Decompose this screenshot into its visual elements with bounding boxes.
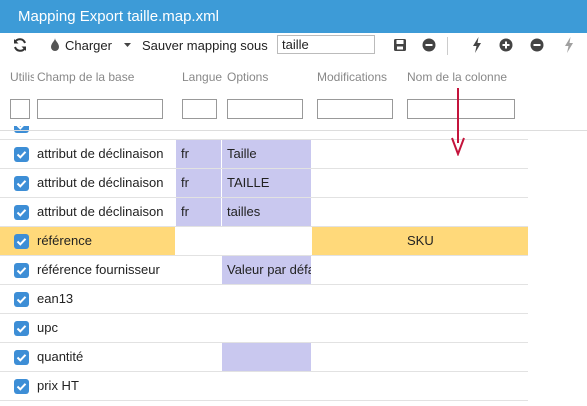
field-cell[interactable] (37, 126, 175, 139)
table-row[interactable]: attribut de déclinaison fr TAILLE (0, 169, 528, 198)
mapping-grid: attribut de déclinaison fr Taille attrib… (0, 126, 528, 406)
table-row[interactable]: attribut de déclinaison fr tailles (0, 198, 528, 227)
column-header-language: Langue (182, 70, 222, 84)
table-row-selected[interactable]: référence SKU (0, 227, 528, 256)
use-checkbox[interactable] (14, 263, 29, 278)
field-cell[interactable]: ean13 (37, 285, 175, 313)
remove-row-icon[interactable] (530, 38, 544, 52)
filter-language-input[interactable] (182, 99, 217, 119)
table-row[interactable]: référence fournisseur Valeur par défaut (0, 256, 528, 285)
refresh-icon[interactable] (12, 37, 28, 53)
use-checkbox[interactable] (14, 234, 29, 249)
column-header-column-name: Nom de la colonne (407, 70, 508, 84)
toolbar-separator (447, 37, 448, 55)
filter-modifications-input[interactable] (317, 99, 393, 119)
annotation-arrow-icon (451, 88, 465, 156)
language-cell[interactable]: fr (176, 140, 221, 168)
filter-field-input[interactable] (37, 99, 163, 119)
use-checkbox[interactable] (14, 379, 29, 394)
table-row[interactable]: ean13 (0, 285, 528, 314)
table-row[interactable]: prix HT (0, 372, 528, 401)
options-cell[interactable]: Valeur par défaut (222, 256, 311, 284)
field-cell[interactable]: upc (37, 314, 175, 342)
options-cell[interactable]: Taille (222, 140, 311, 168)
column-header-use: Utilis (10, 70, 34, 84)
options-cell[interactable] (222, 343, 311, 371)
mapping-name-input[interactable] (277, 35, 375, 54)
save-icon[interactable] (393, 38, 407, 52)
field-cell[interactable]: attribut de déclinaison (37, 169, 175, 197)
table-row[interactable]: quantité (0, 343, 528, 372)
use-checkbox[interactable] (14, 350, 29, 365)
bolt-icon[interactable] (472, 37, 482, 53)
window-title-bar: Mapping Export taille.map.xml (0, 0, 587, 33)
use-checkbox[interactable] (14, 147, 29, 162)
column-header-options: Options (227, 70, 269, 84)
field-cell[interactable]: quantité (37, 343, 175, 371)
options-cell[interactable]: TAILLE (222, 169, 311, 197)
window-title: Mapping Export taille.map.xml (18, 8, 219, 25)
field-cell[interactable]: prix HT (37, 372, 175, 400)
field-cell[interactable]: attribut de déclinaison (37, 140, 175, 168)
column-name-cell[interactable]: SKU (407, 227, 522, 255)
dropdown-caret-icon[interactable] (123, 41, 132, 51)
filter-options-input[interactable] (227, 99, 303, 119)
header-divider (0, 130, 587, 131)
table-row[interactable] (0, 126, 528, 140)
field-cell[interactable]: référence fournisseur (37, 256, 175, 284)
remove-mapping-icon[interactable] (422, 38, 436, 52)
options-cell[interactable]: tailles (222, 198, 311, 226)
load-icon[interactable] (49, 37, 61, 53)
bolt-disabled-icon[interactable] (564, 37, 574, 53)
use-checkbox[interactable] (14, 292, 29, 307)
field-cell[interactable]: attribut de déclinaison (37, 198, 175, 226)
language-cell[interactable]: fr (176, 169, 221, 197)
table-row[interactable]: upc (0, 314, 528, 343)
filter-use-input[interactable] (10, 99, 30, 119)
use-checkbox[interactable] (14, 205, 29, 220)
language-cell[interactable]: fr (176, 198, 221, 226)
table-row[interactable]: attribut de déclinaison fr Taille (0, 140, 528, 169)
use-checkbox[interactable] (14, 321, 29, 336)
save-as-label: Sauver mapping sous (142, 38, 268, 53)
load-button[interactable]: Charger (65, 33, 112, 58)
column-header-field: Champ de la base (37, 70, 135, 84)
field-cell[interactable]: référence (37, 227, 175, 255)
column-header-modifications: Modifications (317, 70, 388, 84)
add-row-icon[interactable] (499, 38, 513, 52)
use-checkbox[interactable] (14, 176, 29, 191)
